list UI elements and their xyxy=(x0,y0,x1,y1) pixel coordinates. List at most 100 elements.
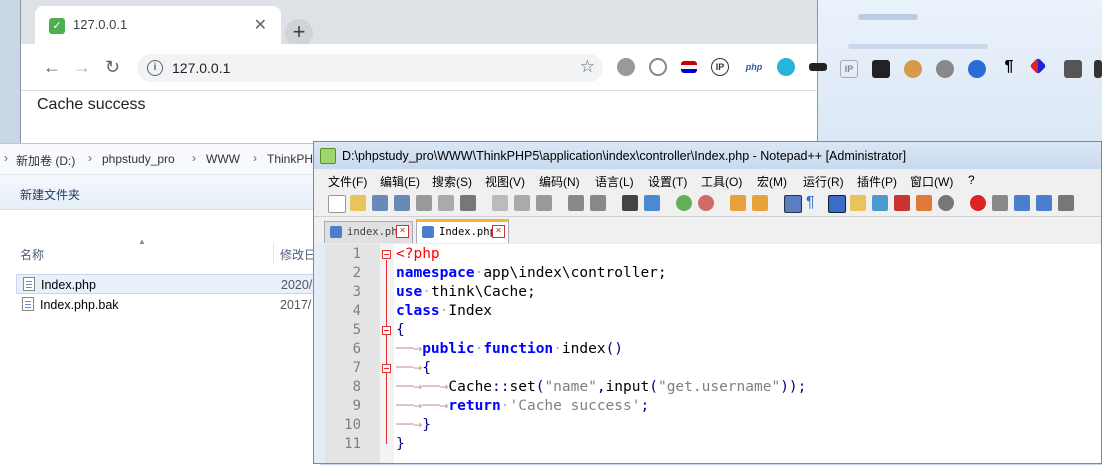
translate-icon[interactable] xyxy=(777,58,795,76)
close-icon[interactable]: × xyxy=(396,225,409,238)
copy-icon[interactable] xyxy=(514,195,530,211)
breadcrumb-item[interactable]: WWW xyxy=(206,152,240,166)
use-path: think\Cache; xyxy=(430,284,536,300)
breadcrumb-item[interactable]: phpstudy_pro xyxy=(102,152,175,166)
browser-tab[interactable]: ✓ 127.0.0.1 ✕ xyxy=(35,6,281,44)
new-tab-button[interactable]: + xyxy=(285,19,313,47)
redo-icon[interactable] xyxy=(590,195,606,211)
fold-minus-icon[interactable] xyxy=(382,326,391,335)
udl-icon[interactable] xyxy=(850,195,866,211)
undo-icon[interactable] xyxy=(568,195,584,211)
menu-tools[interactable]: 工具(O) xyxy=(701,173,742,190)
cookie-icon[interactable] xyxy=(904,60,922,78)
file-row[interactable]: Index.php.bak 2017/ xyxy=(16,295,320,315)
close-icon[interactable]: × xyxy=(492,225,505,238)
doc-map-icon[interactable] xyxy=(872,195,888,211)
save-all-icon[interactable] xyxy=(394,195,410,211)
ip-icon[interactable]: IP xyxy=(711,58,729,76)
browser-tabstrip: ✓ 127.0.0.1 ✕ + xyxy=(21,0,817,47)
window-titlebar[interactable]: D:\phpstudy_pro\WWW\ThinkPHP5\applicatio… xyxy=(314,142,1101,169)
paste-icon[interactable] xyxy=(536,195,552,211)
url-text[interactable]: 127.0.0.1 xyxy=(172,60,230,76)
toolbar: ¶ xyxy=(314,190,1101,217)
desktop-background xyxy=(818,0,1102,143)
ip-icon[interactable]: IP xyxy=(840,60,858,78)
fold-minus-icon[interactable] xyxy=(382,250,391,259)
breadcrumb-item[interactable]: 新加卷 (D:) xyxy=(16,152,75,169)
record-icon[interactable] xyxy=(970,195,986,211)
flag-icon[interactable] xyxy=(681,61,697,73)
menu-file[interactable]: 文件(F) xyxy=(328,173,367,190)
file-row[interactable]: Index.php 2020/ xyxy=(16,274,320,294)
s-icon[interactable] xyxy=(968,60,986,78)
extension-icon[interactable] xyxy=(1094,60,1102,78)
pilcrow-icon[interactable]: ¶ xyxy=(1000,58,1018,76)
close-icon[interactable]: ✕ xyxy=(254,15,267,35)
menu-view[interactable]: 视图(V) xyxy=(485,173,525,190)
replace-icon[interactable] xyxy=(644,195,660,211)
back-arrow-icon[interactable]: ← xyxy=(43,57,61,78)
fold-minus-icon[interactable] xyxy=(382,364,391,373)
tab-Index-php[interactable]: Index.php × xyxy=(416,219,509,243)
pilcrow-icon[interactable]: ¶ xyxy=(806,195,822,211)
tab-index-php[interactable]: index.php × xyxy=(324,221,413,243)
sync-v-icon[interactable] xyxy=(730,195,746,211)
globe-icon[interactable] xyxy=(617,58,635,76)
column-header: ▲ 名称 修改日 xyxy=(0,237,320,264)
reload-icon[interactable]: ↻ xyxy=(105,57,120,78)
menu-help[interactable]: ? xyxy=(968,173,975,187)
file-name: Index.php.bak xyxy=(40,298,119,312)
menu-run[interactable]: 运行(R) xyxy=(803,173,844,190)
line-number: 1 xyxy=(352,246,361,262)
forward-arrow-icon[interactable]: → xyxy=(73,57,91,78)
play-icon[interactable] xyxy=(1014,195,1030,211)
open-folder-icon[interactable] xyxy=(350,195,366,211)
menu-language[interactable]: 语言(L) xyxy=(595,173,634,190)
download-icon[interactable] xyxy=(1064,60,1082,78)
close-all-icon[interactable] xyxy=(438,195,454,211)
php-icon[interactable]: php xyxy=(743,58,765,76)
mask-icon[interactable] xyxy=(809,63,827,71)
info-icon[interactable]: i xyxy=(147,60,163,76)
link-icon[interactable] xyxy=(649,58,667,76)
code-editor[interactable]: 1 2 3 4 5 6 7 8 9 10 11 <?php namespace·… xyxy=(325,244,1101,463)
indent-guide-icon[interactable] xyxy=(828,195,846,213)
print-icon[interactable] xyxy=(460,195,476,211)
stop-icon[interactable] xyxy=(992,195,1008,211)
circle-icon[interactable] xyxy=(936,60,954,78)
menu-search[interactable]: 搜索(S) xyxy=(432,173,472,190)
menu-encoding[interactable]: 编码(N) xyxy=(539,173,580,190)
address-bar[interactable]: i 127.0.0.1 ☆ xyxy=(137,54,603,82)
zoom-out-icon[interactable] xyxy=(698,195,714,211)
cut-icon[interactable] xyxy=(492,195,508,211)
wrap-icon[interactable] xyxy=(784,195,802,213)
menu-settings[interactable]: 设置(T) xyxy=(648,173,687,190)
save-icon[interactable] xyxy=(372,195,388,211)
zoom-in-icon[interactable] xyxy=(676,195,692,211)
robot-icon[interactable] xyxy=(872,60,890,78)
bookmark-star-icon[interactable]: ☆ xyxy=(580,57,595,77)
keyword: namespace xyxy=(396,265,475,281)
column-divider[interactable] xyxy=(273,242,274,264)
new-folder-button[interactable]: 新建文件夹 xyxy=(20,186,80,203)
play-multiple-icon[interactable] xyxy=(1036,195,1052,211)
menu-macro[interactable]: 宏(M) xyxy=(757,173,787,190)
monitor-icon[interactable] xyxy=(938,195,954,211)
breadcrumb[interactable]: › 新加卷 (D:) › phpstudy_pro › WWW › ThinkP… xyxy=(0,144,320,175)
menu-plugins[interactable]: 插件(P) xyxy=(857,173,897,190)
line-number: 4 xyxy=(352,303,361,319)
column-date[interactable]: 修改日 xyxy=(280,246,316,263)
breadcrumb-item[interactable]: ThinkPH xyxy=(267,152,313,166)
line-number: 7 xyxy=(352,360,361,376)
new-file-icon[interactable] xyxy=(328,195,346,213)
code-line: ──→──→Cache::set("name",input("get.usern… xyxy=(396,379,807,395)
close-file-icon[interactable] xyxy=(416,195,432,211)
find-icon[interactable] xyxy=(622,195,638,211)
function-list-icon[interactable] xyxy=(894,195,910,211)
column-name[interactable]: 名称 xyxy=(20,246,44,263)
menu-window[interactable]: 窗口(W) xyxy=(910,173,953,190)
sync-h-icon[interactable] xyxy=(752,195,768,211)
folder-workspace-icon[interactable] xyxy=(916,195,932,211)
save-macro-icon[interactable] xyxy=(1058,195,1074,211)
menu-edit[interactable]: 编辑(E) xyxy=(380,173,420,190)
